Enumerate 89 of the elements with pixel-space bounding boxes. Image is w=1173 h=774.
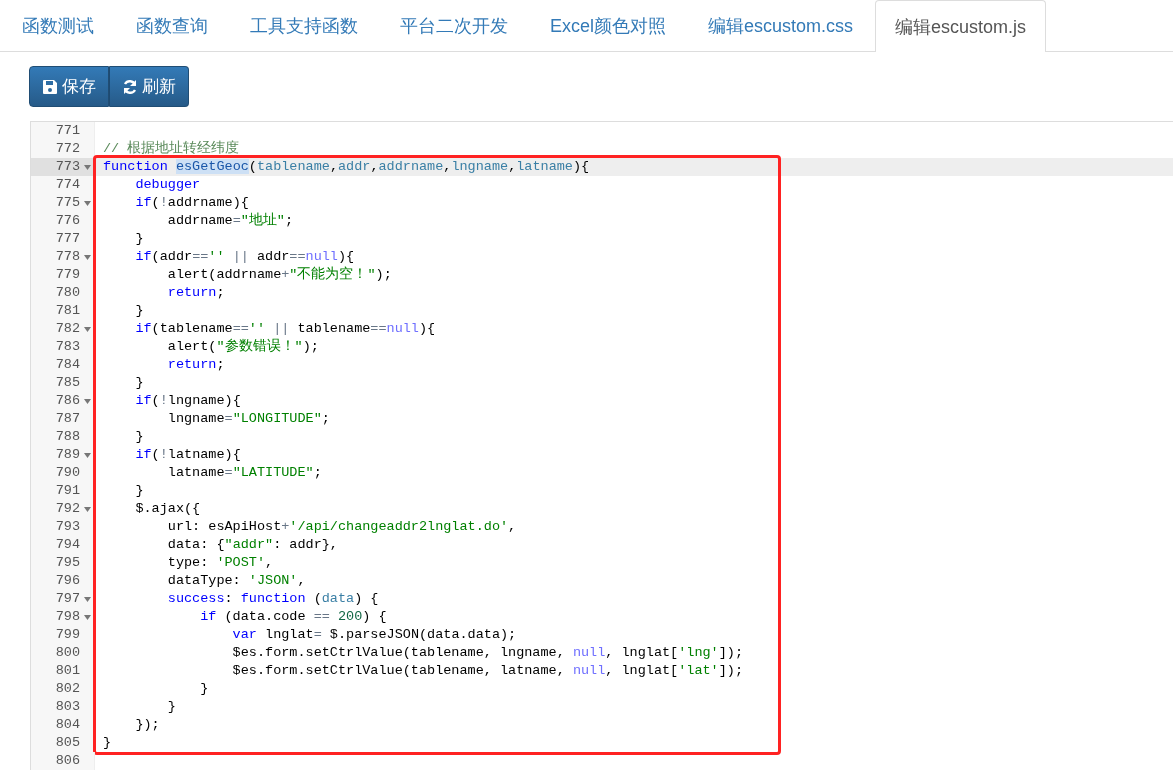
code-line: // 根据地址转经纬度 — [103, 141, 240, 156]
line-number: 773 — [55, 158, 80, 176]
code-line: success: function (data) { — [166, 591, 379, 606]
line-number: 806 — [55, 752, 80, 770]
code-line: function esGetGeoc(tablename,addr,addrname,lngname,latname){ — [103, 159, 590, 174]
line-number: 804 — [55, 716, 80, 734]
line-number: 792 — [55, 500, 80, 518]
line-number: 780 — [55, 284, 80, 302]
line-number: 776 — [55, 212, 80, 230]
code-line: } — [134, 375, 144, 390]
tab[interactable]: 函数查询 — [116, 0, 228, 51]
line-number: 778 — [55, 248, 80, 266]
line-number: 794 — [55, 536, 80, 554]
code-line: if(tablename=='' || tablename==null){ — [134, 321, 436, 336]
line-number: 781 — [55, 302, 80, 320]
fold-caret-icon[interactable] — [84, 399, 91, 404]
code-line: if(!latname){ — [134, 447, 241, 462]
line-number: 793 — [55, 518, 80, 536]
tab[interactable]: 编辑escustom.css — [688, 0, 874, 51]
line-number: 798 — [55, 608, 80, 626]
code-line: alert("参数错误！"); — [166, 339, 319, 354]
code-line: return; — [166, 357, 225, 372]
line-number: 802 — [55, 680, 80, 698]
fold-caret-icon[interactable] — [84, 597, 91, 602]
refresh-button[interactable]: 刷新 — [109, 66, 189, 107]
code-line: var lnglat= $.parseJSON(data.data); — [231, 627, 517, 642]
line-number: 803 — [55, 698, 80, 716]
code-line: } — [134, 303, 144, 318]
tab[interactable]: 工具支持函数 — [230, 0, 378, 51]
code-line: type: 'POST', — [166, 555, 274, 570]
code-line: if(addr=='' || addr==null){ — [134, 249, 355, 264]
code-line: alert(addrname+"不能为空！"); — [166, 267, 392, 282]
fold-caret-icon[interactable] — [84, 255, 91, 260]
line-number: 783 — [55, 338, 80, 356]
line-number: 797 — [55, 590, 80, 608]
code-line: } — [166, 699, 176, 714]
line-number: 771 — [55, 122, 80, 140]
line-number: 782 — [55, 320, 80, 338]
tab[interactable]: 函数测试 — [2, 0, 114, 51]
code-line: $.ajax({ — [134, 501, 201, 516]
line-number: 790 — [55, 464, 80, 482]
code-line: } — [103, 735, 112, 750]
code-line: $es.form.setCtrlValue(tablename, lngname, null, lnglat['lng']); — [231, 645, 744, 660]
code-line: } — [199, 681, 209, 696]
line-number: 787 — [55, 410, 80, 428]
code-line: if(!lngname){ — [134, 393, 241, 408]
code-line: $es.form.setCtrlValue(tablename, latname, null, lnglat['lat']); — [231, 663, 744, 678]
code-line: } — [134, 429, 144, 444]
line-number: 800 — [55, 644, 80, 662]
fold-caret-icon[interactable] — [84, 201, 91, 206]
code-line: if(!addrname){ — [134, 195, 249, 210]
refresh-icon — [122, 78, 138, 95]
line-number: 799 — [55, 626, 80, 644]
tab[interactable]: 编辑escustom.js — [875, 0, 1047, 52]
code-line: return; — [166, 285, 225, 300]
line-number: 772 — [55, 140, 80, 158]
code-line: addrname="地址"; — [166, 213, 294, 228]
code-line: } — [134, 231, 144, 246]
code-line: latname="LATITUDE"; — [166, 465, 322, 480]
fold-caret-icon[interactable] — [84, 453, 91, 458]
save-button[interactable]: 保存 — [29, 66, 109, 107]
code-line: lngname="LONGITUDE"; — [166, 411, 330, 426]
code-line: data: {"addr": addr}, — [166, 537, 338, 552]
code-line: if (data.code == 200) { — [199, 609, 387, 624]
line-number: 779 — [55, 266, 80, 284]
line-number: 801 — [55, 662, 80, 680]
line-number: 775 — [55, 194, 80, 212]
fold-caret-icon[interactable] — [84, 507, 91, 512]
line-number: 784 — [55, 356, 80, 374]
fold-caret-icon[interactable] — [84, 615, 91, 620]
line-number: 777 — [55, 230, 80, 248]
line-number: 795 — [55, 554, 80, 572]
line-number: 785 — [55, 374, 80, 392]
line-number: 791 — [55, 482, 80, 500]
line-number: 786 — [55, 392, 80, 410]
tab[interactable]: Excel颜色对照 — [530, 0, 686, 51]
fold-caret-icon[interactable] — [84, 165, 91, 170]
tab[interactable]: 平台二次开发 — [380, 0, 528, 51]
code-line: debugger — [134, 177, 201, 192]
fold-caret-icon[interactable] — [84, 327, 91, 332]
line-number: 774 — [55, 176, 80, 194]
code-line: dataType: 'JSON', — [166, 573, 306, 588]
line-number: 805 — [55, 734, 80, 752]
line-number: 789 — [55, 446, 80, 464]
code-line: url: esApiHost+'/api/changeaddr2lnglat.do', — [166, 519, 517, 534]
line-number: 796 — [55, 572, 80, 590]
code-line: } — [134, 483, 144, 498]
line-number: 788 — [55, 428, 80, 446]
code-line: }); — [134, 717, 160, 732]
